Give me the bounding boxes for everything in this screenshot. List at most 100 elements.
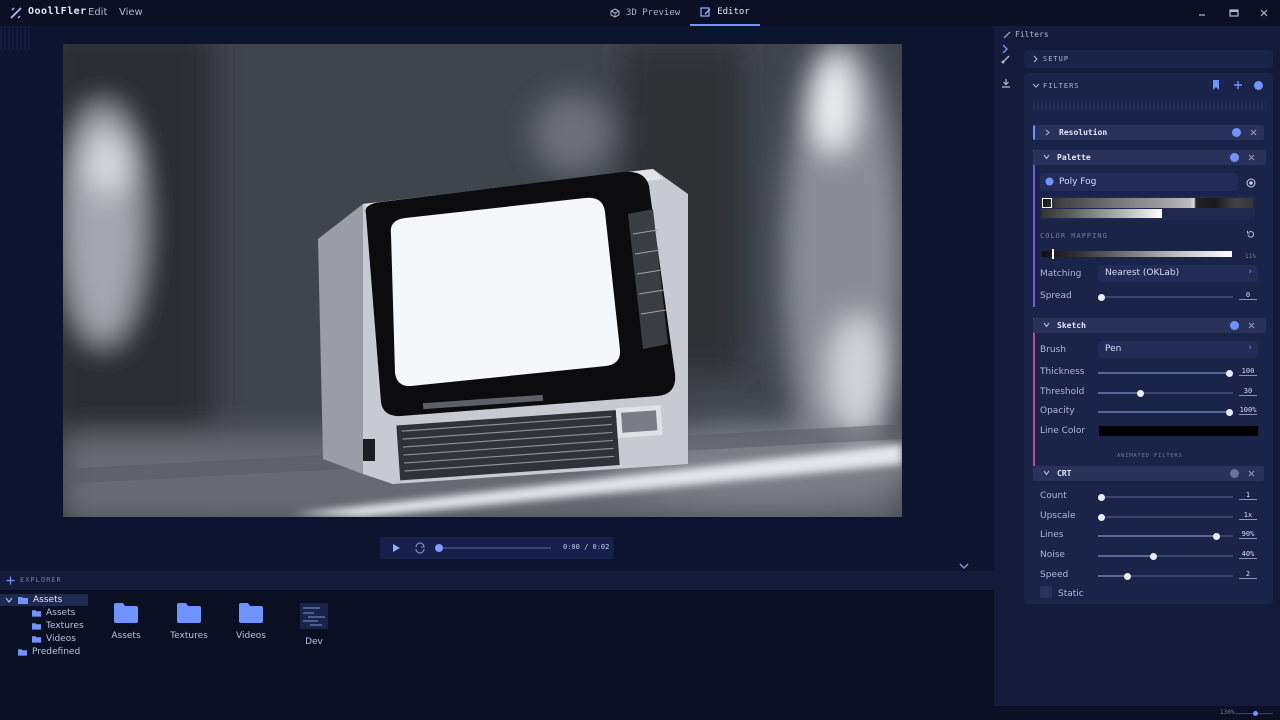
speed-knob[interactable]: [1124, 572, 1131, 580]
tab-3d-preview[interactable]: 3D Preview: [600, 0, 690, 26]
opacity-slider[interactable]: [1098, 408, 1233, 416]
zoom-slider[interactable]: [1235, 711, 1273, 716]
noise-knob[interactable]: [1150, 552, 1157, 560]
spread-knob[interactable]: [1098, 293, 1105, 301]
chevron-right-icon: ›: [1248, 343, 1252, 353]
lines-slider[interactable]: [1098, 532, 1233, 540]
loop-icon[interactable]: [414, 542, 426, 554]
toggle-dot[interactable]: [1230, 469, 1239, 478]
mapping-handle-left[interactable]: [1052, 249, 1054, 259]
tile-dev[interactable]: Dev: [284, 603, 344, 647]
upscale-slider[interactable]: [1098, 513, 1233, 521]
filters-toggle-dot[interactable]: [1254, 81, 1263, 90]
color-mapping-gradient[interactable]: [1042, 249, 1232, 259]
pencil-icon: [1003, 31, 1011, 39]
tree-item-predefined[interactable]: Predefined: [18, 647, 80, 657]
tree-label: Assets: [33, 595, 63, 605]
filters-divider: [1033, 101, 1266, 111]
scrubber-knob[interactable]: [435, 544, 443, 552]
filters-panel: Filters SETUP FILTERS Resolution Palette: [1003, 26, 1280, 706]
spread-value[interactable]: 0: [1239, 291, 1257, 300]
lines-knob[interactable]: [1213, 532, 1220, 540]
noise-label: Noise: [1040, 550, 1065, 560]
mapping-value: 11%: [1245, 253, 1256, 260]
threshold-value[interactable]: 30: [1239, 387, 1257, 396]
preview-canvas[interactable]: [63, 44, 902, 517]
reset-icon[interactable]: [1246, 230, 1255, 239]
brush-value: Pen: [1105, 344, 1122, 354]
upscale-value[interactable]: 1x: [1239, 511, 1257, 520]
close-icon[interactable]: [1250, 129, 1257, 136]
tile-videos[interactable]: Videos: [221, 603, 281, 641]
matching-dropdown[interactable]: Nearest (OKLab) ›: [1098, 265, 1258, 282]
status-bar: 130%: [0, 706, 1280, 720]
play-icon[interactable]: [391, 543, 401, 553]
minimize-button[interactable]: [1194, 5, 1210, 21]
filter-resolution[interactable]: Resolution: [1033, 125, 1264, 140]
toggle-dot[interactable]: [1230, 321, 1239, 330]
close-icon[interactable]: [1248, 322, 1255, 329]
static-checkbox[interactable]: [1040, 586, 1052, 598]
opacity-value[interactable]: 100%: [1239, 406, 1257, 415]
speed-value[interactable]: 2: [1239, 570, 1257, 579]
lines-value[interactable]: 90%: [1239, 530, 1257, 539]
close-icon[interactable]: [1248, 470, 1255, 477]
download-icon[interactable]: [1001, 78, 1011, 88]
thickness-slider[interactable]: [1098, 369, 1233, 377]
tile-textures[interactable]: Textures: [159, 603, 219, 641]
zoom-level: 130%: [1220, 709, 1235, 716]
brush-icon[interactable]: [1001, 54, 1011, 64]
folder-icon: [32, 623, 41, 630]
count-slider[interactable]: [1098, 493, 1233, 501]
speed-slider[interactable]: [1098, 572, 1233, 580]
tree-item-assets[interactable]: Assets: [32, 608, 75, 618]
playback-scrubber[interactable]: [435, 544, 551, 552]
tree-item-assets-root[interactable]: Assets: [5, 595, 62, 605]
line-color-swatch[interactable]: [1099, 426, 1258, 436]
brush-dropdown[interactable]: Pen ›: [1098, 341, 1258, 358]
noise-slider[interactable]: [1098, 552, 1233, 560]
app-logo-icon: [10, 7, 22, 19]
threshold-slider[interactable]: [1098, 389, 1233, 397]
noise-value[interactable]: 40%: [1239, 550, 1257, 559]
bookmark-icon[interactable]: [1212, 80, 1220, 90]
opacity-knob[interactable]: [1226, 408, 1233, 416]
folder-icon: [177, 603, 201, 623]
count-value[interactable]: 1: [1239, 491, 1257, 500]
menu-edit[interactable]: Edit: [88, 7, 107, 18]
spread-slider[interactable]: [1098, 293, 1233, 301]
target-icon[interactable]: [1246, 178, 1256, 188]
chevron-down-icon[interactable]: [1032, 82, 1040, 89]
maximize-button[interactable]: [1226, 5, 1242, 21]
swatch-row-1: [1042, 198, 1253, 208]
threshold-knob[interactable]: [1137, 389, 1144, 397]
tile-assets[interactable]: Assets: [96, 603, 156, 641]
animated-filters-label: ANIMATED FILTERS: [1117, 453, 1183, 459]
add-filter-icon[interactable]: [1233, 80, 1243, 90]
add-icon[interactable]: [6, 576, 15, 585]
close-window-button[interactable]: [1256, 5, 1272, 21]
menu-view[interactable]: View: [119, 7, 143, 18]
upscale-knob[interactable]: [1098, 513, 1105, 521]
toggle-dot[interactable]: [1230, 153, 1239, 162]
filter-crt-header[interactable]: CRT: [1033, 466, 1264, 481]
line-color-label: Line Color: [1040, 426, 1086, 436]
tree-item-videos[interactable]: Videos: [32, 634, 76, 644]
filter-sketch: Sketch Brush Pen › Thickness 100 Thresho…: [1033, 318, 1266, 466]
thickness-value[interactable]: 100: [1239, 367, 1257, 376]
setup-section[interactable]: SETUP: [1024, 50, 1273, 68]
filter-palette-header[interactable]: Palette: [1033, 150, 1266, 165]
zoom-knob[interactable]: [1253, 711, 1258, 716]
toggle-dot[interactable]: [1232, 128, 1241, 137]
filter-resolution-header[interactable]: Resolution: [1033, 125, 1264, 140]
palette-swatches[interactable]: [1040, 196, 1255, 220]
chevron-right-icon[interactable]: [1000, 44, 1010, 54]
filter-sketch-header[interactable]: Sketch: [1033, 318, 1266, 333]
count-knob[interactable]: [1098, 493, 1105, 501]
tab-editor[interactable]: Editor: [690, 0, 760, 26]
close-icon[interactable]: [1248, 154, 1255, 161]
palette-preset-select[interactable]: Poly Fog: [1040, 173, 1238, 191]
thickness-knob[interactable]: [1226, 369, 1233, 377]
folder-icon: [32, 610, 41, 617]
tree-item-textures[interactable]: Textures: [32, 621, 84, 631]
